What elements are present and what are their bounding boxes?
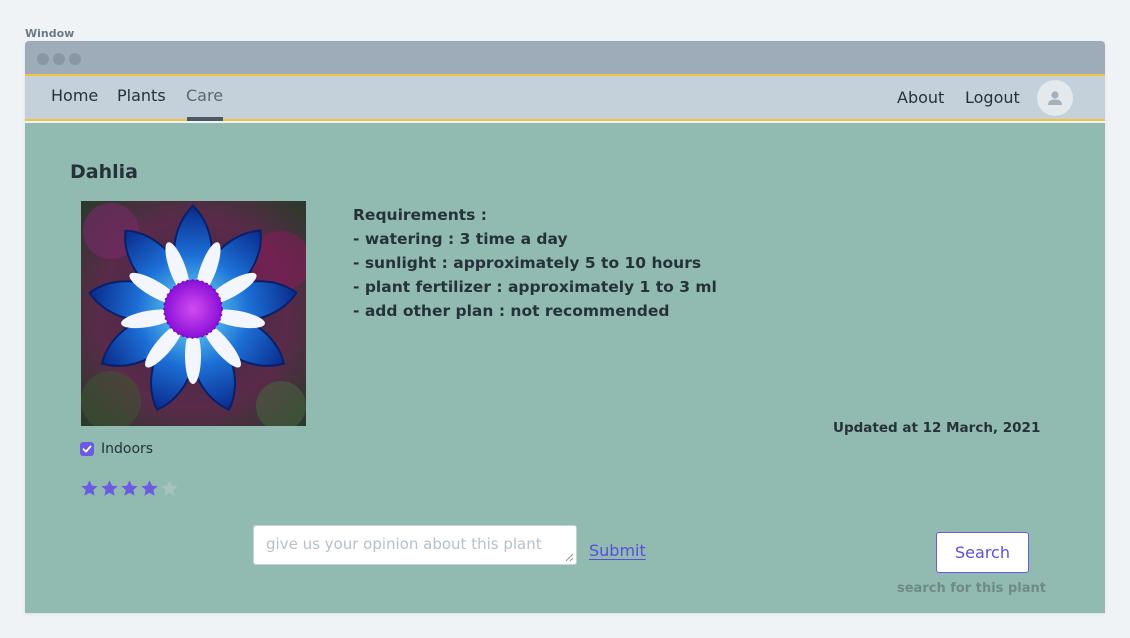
top-navbar: Home Plants Care About Logout <box>25 76 1105 121</box>
requirements-list: Requirements : - watering : 3 time a day… <box>353 203 717 323</box>
nav-logout-link[interactable]: Logout <box>965 88 1020 107</box>
window-control-dot[interactable] <box>37 53 49 65</box>
indoors-label: Indoors <box>101 441 154 457</box>
updated-timestamp: Updated at 12 March, 2021 <box>833 420 1041 436</box>
requirement-item: - watering : 3 time a day <box>353 230 568 248</box>
nav-plants-link[interactable]: Plants <box>117 86 166 105</box>
nav-about-link[interactable]: About <box>897 88 944 107</box>
requirement-item: - plant fertilizer : approximately 1 to … <box>353 278 717 296</box>
requirement-item: - add other plan : not recommended <box>353 302 670 320</box>
star-filled-icon[interactable] <box>120 479 139 498</box>
submit-link[interactable]: Submit <box>589 541 646 560</box>
star-filled-icon[interactable] <box>140 479 159 498</box>
search-hint: search for this plant <box>897 581 1046 596</box>
indoors-checkbox[interactable] <box>80 442 94 456</box>
user-avatar[interactable] <box>1037 80 1073 116</box>
nav-care-link[interactable]: Care <box>186 86 223 105</box>
window-caption: Window <box>25 27 75 40</box>
opinion-input[interactable] <box>253 525 577 565</box>
requirements-heading: Requirements : <box>353 206 487 224</box>
resize-grip-icon[interactable] <box>565 553 574 562</box>
window-control-dot[interactable] <box>69 53 81 65</box>
app-window: Home Plants Care About Logout Dahlia Req… <box>25 41 1105 613</box>
requirement-item: - sunlight : approximately 5 to 10 hours <box>353 254 702 272</box>
nav-home-link[interactable]: Home <box>51 86 98 105</box>
window-control-dot[interactable] <box>53 53 65 65</box>
star-rating[interactable] <box>80 479 179 498</box>
checkmark-icon <box>82 445 92 453</box>
plant-photo <box>81 201 306 426</box>
user-icon <box>1048 91 1062 105</box>
search-button[interactable]: Search <box>936 532 1029 573</box>
window-titlebar <box>25 41 1105 76</box>
star-filled-icon[interactable] <box>80 479 99 498</box>
star-empty-icon[interactable] <box>160 479 179 498</box>
active-tab-indicator <box>187 117 223 121</box>
indoors-option: Indoors <box>80 441 153 457</box>
star-filled-icon[interactable] <box>100 479 119 498</box>
plant-care-content: Dahlia Requirements: - watering: 3 tim… <box>25 123 1105 613</box>
plant-title: Dahlia <box>70 161 138 183</box>
